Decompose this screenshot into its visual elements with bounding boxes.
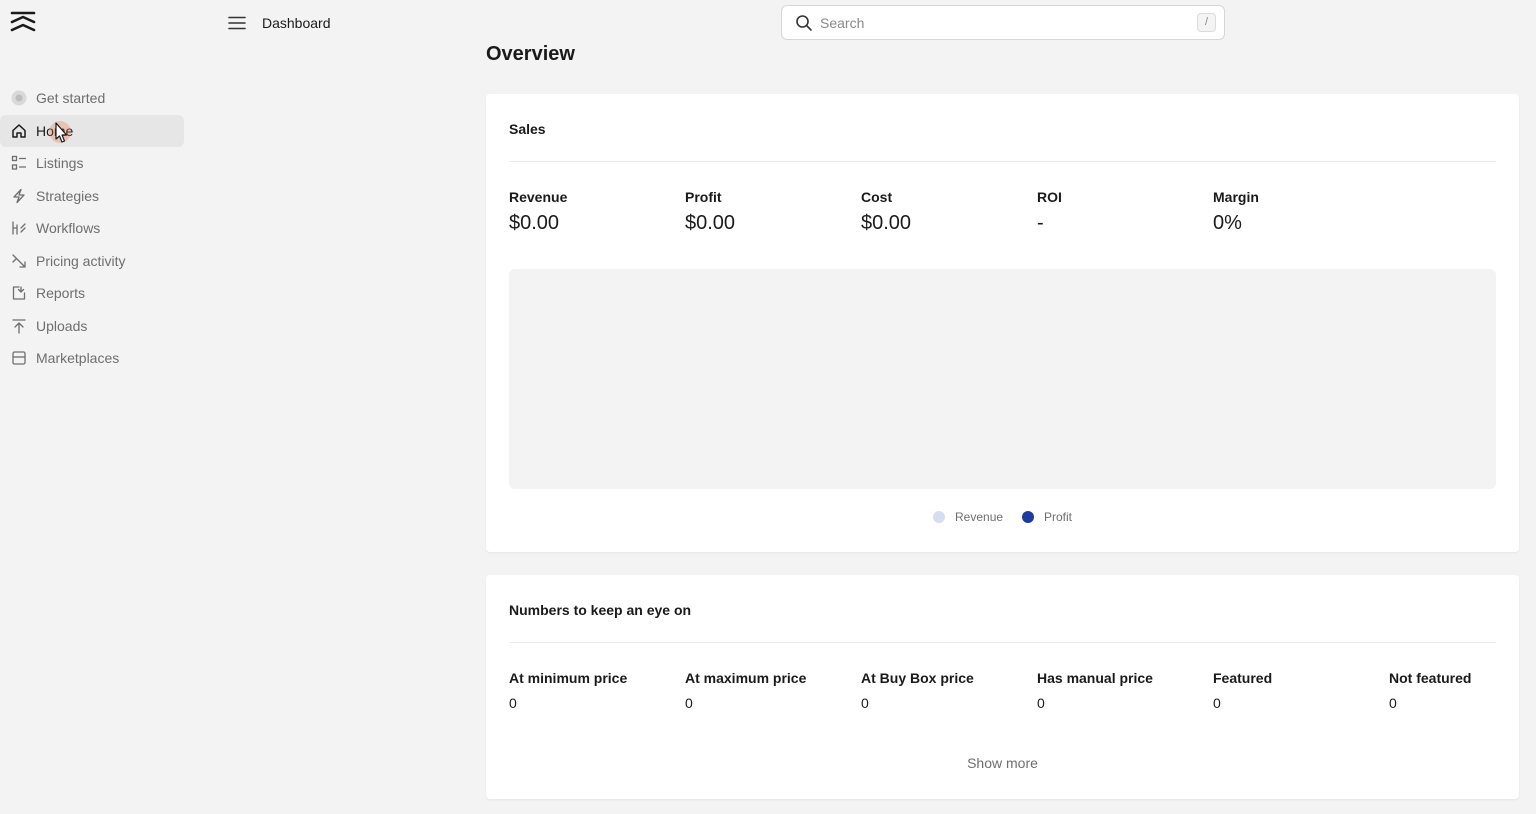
stat-label: At maximum price: [685, 670, 807, 686]
sidebar-item-reports[interactable]: Reports: [0, 277, 184, 309]
legend-item-profit[interactable]: Profit: [1022, 510, 1072, 524]
app-root: Dashboard / Get started Home: [0, 0, 1536, 814]
stat-at-maximum-price: At maximum price 0: [685, 670, 855, 711]
legend-label: Revenue: [955, 510, 1004, 524]
divider: [509, 642, 1496, 643]
sidebar-item-marketplaces[interactable]: Marketplaces: [0, 342, 184, 374]
metric-cost: Cost $0.00: [861, 189, 1031, 235]
stat-label: At minimum price: [509, 670, 628, 686]
metric-roi: ROI -: [1037, 189, 1207, 235]
home-icon: [10, 122, 28, 140]
stat-label: Not featured: [1389, 670, 1472, 686]
sidebar-item-label: Strategies: [36, 187, 100, 204]
sidebar-item-home[interactable]: Home: [0, 114, 184, 147]
chart-legend: Revenue Profit: [486, 510, 1519, 526]
stat-has-manual-price: Has manual price 0: [1037, 670, 1207, 711]
stat-label: At Buy Box price: [861, 670, 974, 686]
sidebar-item-uploads[interactable]: Uploads: [0, 310, 184, 342]
search-box[interactable]: /: [781, 5, 1225, 40]
metric-margin: Margin 0%: [1213, 189, 1383, 235]
list-icon: [10, 154, 28, 172]
sales-metrics: Revenue $0.00 Profit $0.00 Cost $0.00 RO…: [509, 189, 1499, 239]
breadcrumb: Dashboard: [262, 15, 331, 31]
metric-value: $0.00: [685, 212, 736, 234]
stat-label: Has manual price: [1037, 670, 1153, 686]
sidebar-item-strategies[interactable]: Strategies: [0, 180, 184, 212]
hamburger-menu-icon[interactable]: [226, 12, 248, 34]
numbers-card: Numbers to keep an eye on At minimum pri…: [486, 575, 1519, 799]
search-icon: [795, 14, 813, 32]
report-icon: [10, 284, 28, 302]
stat-featured: Featured 0: [1213, 670, 1383, 711]
brand-logo-icon[interactable]: [10, 10, 36, 34]
stat-not-featured: Not featured 0: [1389, 670, 1536, 711]
sidebar-item-label: Home: [36, 122, 74, 139]
sidebar-item-pricing-activity[interactable]: Pricing activity: [0, 245, 184, 277]
top-bar: Dashboard /: [0, 0, 1536, 46]
metric-label: ROI: [1037, 189, 1062, 205]
sidebar-item-label: Get started: [36, 90, 106, 106]
page-title: Overview: [486, 43, 575, 65]
stat-value: 0: [685, 695, 693, 711]
sales-card: Sales Revenue $0.00 Profit $0.00 Cost $0…: [486, 94, 1519, 552]
stat-value: 0: [509, 695, 517, 711]
sales-chart-placeholder: [509, 269, 1496, 489]
stat-value: 0: [1213, 695, 1221, 711]
metric-revenue: Revenue $0.00: [509, 189, 679, 235]
search-shortcut-key: /: [1197, 13, 1216, 32]
sidebar-item-label: Reports: [36, 285, 86, 301]
numbers-stats: At minimum price 0 At maximum price 0 At…: [509, 670, 1499, 711]
workflow-icon: [10, 219, 28, 237]
circle-progress-icon: [10, 89, 28, 107]
legend-label: Profit: [1044, 510, 1073, 524]
sidebar-item-workflows[interactable]: Workflows: [0, 212, 184, 244]
sidebar-item-label: Uploads: [36, 317, 88, 334]
legend-item-revenue[interactable]: Revenue: [933, 510, 1003, 524]
metric-value: $0.00: [861, 212, 912, 234]
metric-label: Revenue: [509, 189, 568, 205]
stat-at-minimum-price: At minimum price 0: [509, 670, 679, 711]
divider: [509, 161, 1496, 162]
bolt-icon: [10, 187, 28, 205]
stat-label: Featured: [1213, 670, 1273, 686]
metric-label: Profit: [685, 189, 722, 205]
metric-value: -: [1037, 212, 1044, 234]
stat-value: 0: [1037, 695, 1045, 711]
stat-value: 0: [861, 695, 869, 711]
metric-profit: Profit $0.00: [685, 189, 855, 235]
store-icon: [10, 349, 28, 367]
sales-card-title: Sales: [509, 121, 546, 137]
upload-icon: [10, 317, 28, 335]
metric-label: Cost: [861, 189, 893, 205]
sidebar-item-get-started[interactable]: Get started: [0, 82, 184, 114]
numbers-card-title: Numbers to keep an eye on: [509, 602, 692, 618]
sidebar-item-label: Workflows: [36, 220, 101, 236]
stat-at-buy-box-price: At Buy Box price 0: [861, 670, 1031, 711]
sidebar-item-listings[interactable]: Listings: [0, 147, 184, 179]
show-more-button[interactable]: Show more: [486, 755, 1519, 771]
sidebar-item-label: Marketplaces: [36, 350, 120, 366]
sidebar: Get started Home Listings Strategies Wor…: [0, 82, 186, 375]
arrows-icon: [10, 252, 28, 270]
sidebar-item-label: Listings: [36, 155, 84, 171]
metric-value: $0.00: [509, 212, 560, 234]
stat-value: 0: [1389, 695, 1397, 711]
legend-dot: [1022, 511, 1034, 523]
metric-label: Margin: [1213, 189, 1259, 205]
search-input[interactable]: [820, 12, 1170, 34]
legend-dot: [933, 511, 945, 523]
metric-value: 0%: [1213, 212, 1242, 234]
sidebar-item-label: Pricing activity: [36, 252, 126, 269]
